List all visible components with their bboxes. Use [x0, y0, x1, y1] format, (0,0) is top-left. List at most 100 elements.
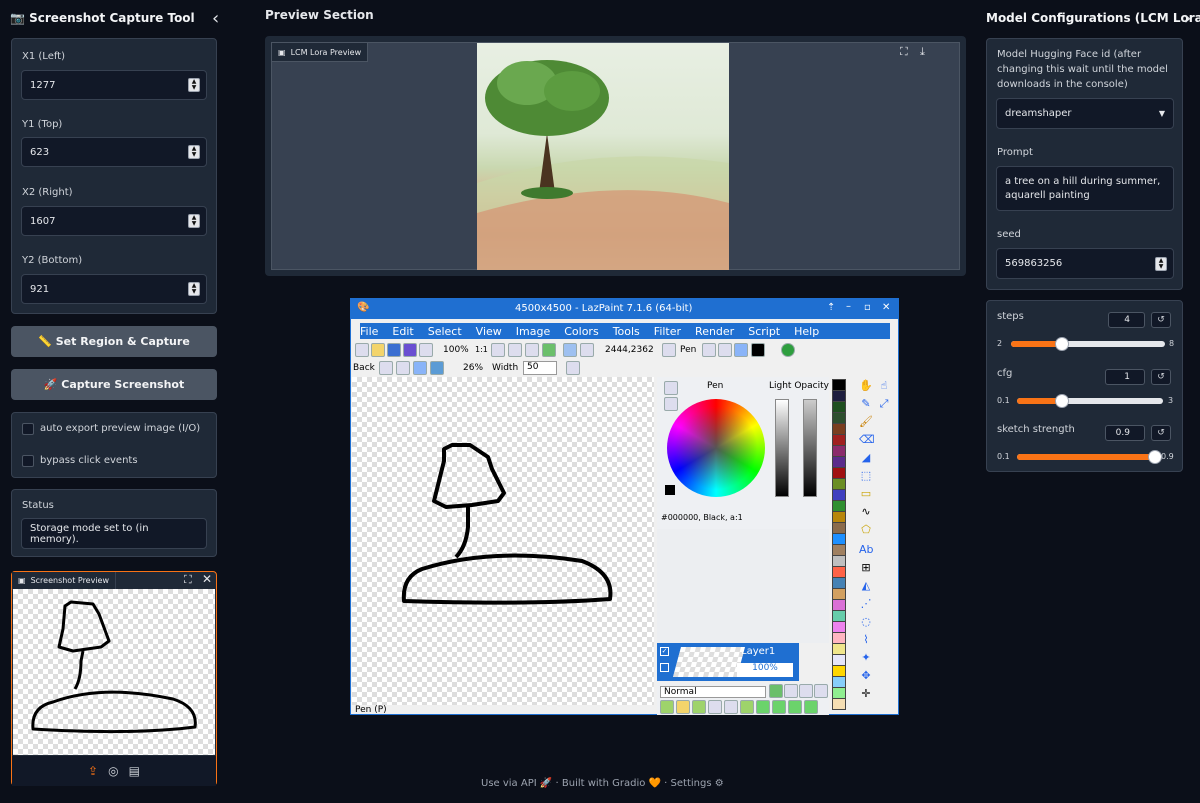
back-gradient-icon[interactable]: [396, 361, 410, 375]
select-icon[interactable]: ⬚: [859, 469, 873, 483]
texture-mode-icon[interactable]: [734, 343, 748, 357]
grid-tool-icon[interactable]: ⊞: [859, 561, 873, 575]
layer-zoom-icon[interactable]: [784, 684, 798, 698]
globe-icon[interactable]: [781, 343, 795, 357]
lasso-icon[interactable]: ⌇: [859, 633, 873, 647]
cfg-reset-icon[interactable]: ↺: [1151, 369, 1171, 385]
sketch-strength-number[interactable]: 0.9: [1105, 425, 1145, 441]
bypass-click-checkbox[interactable]: [22, 455, 34, 467]
width-input[interactable]: 50: [523, 361, 557, 375]
pen-style-icon[interactable]: [566, 361, 580, 375]
gradio-link[interactable]: Built with Gradio: [562, 778, 645, 789]
layer-visible-checkbox[interactable]: ✓: [660, 647, 669, 656]
redo-icon[interactable]: [580, 343, 594, 357]
menu-tools[interactable]: Tools: [613, 325, 640, 338]
sketch-strength-slider-thumb[interactable]: [1148, 450, 1162, 464]
merge-layer-icon[interactable]: [708, 700, 722, 714]
layer-zoom-out-icon[interactable]: [799, 684, 813, 698]
cfg-slider-thumb[interactable]: [1055, 394, 1069, 408]
lightness-slider[interactable]: [775, 399, 789, 497]
select-ellipse-icon[interactable]: ◌: [859, 615, 873, 629]
fullscreen-icon[interactable]: ⛶: [900, 45, 908, 59]
menu-file[interactable]: File: [360, 325, 378, 338]
menu-edit[interactable]: Edit: [392, 325, 413, 338]
menu-select[interactable]: Select: [428, 325, 462, 338]
menu-filter[interactable]: Filter: [654, 325, 681, 338]
zoom-fit-icon[interactable]: [525, 343, 539, 357]
y1-input[interactable]: 623 ▲ ▼: [21, 137, 207, 167]
current-color-swatch[interactable]: [665, 485, 675, 495]
rectangle-icon[interactable]: ▭: [859, 487, 873, 501]
menu-help[interactable]: Help: [794, 325, 819, 338]
layer-opacity[interactable]: 100%: [737, 663, 793, 677]
prompt-input[interactable]: a tree on a hill during summer, aquarell…: [996, 166, 1174, 211]
y2-input[interactable]: 921 ▲ ▼: [21, 274, 207, 304]
deform-icon[interactable]: ✛: [859, 687, 873, 701]
seed-input[interactable]: 569863256 ▲ ▼: [996, 248, 1174, 279]
polygon-icon[interactable]: ⬠: [859, 523, 873, 537]
layer-grid-icon[interactable]: [660, 663, 669, 672]
color-picker-icon[interactable]: [664, 381, 678, 395]
select-rect-icon[interactable]: ⋰: [859, 597, 873, 611]
layer-up-icon[interactable]: [769, 684, 783, 698]
download-icon[interactable]: ⤓: [920, 45, 925, 59]
undo-icon[interactable]: [563, 343, 577, 357]
color-wheel[interactable]: [667, 399, 765, 497]
move-layer-icon[interactable]: [788, 700, 802, 714]
color-swatch[interactable]: [751, 343, 765, 357]
add-layer-icon[interactable]: [660, 700, 674, 714]
back-color-icon[interactable]: [430, 361, 444, 375]
layers-icon[interactable]: [542, 343, 556, 357]
collapse-right-icon[interactable]: ›: [1184, 8, 1191, 29]
collapse-left-icon[interactable]: ‹: [212, 8, 219, 29]
opacity-value[interactable]: 26%: [463, 363, 483, 373]
zoom-ratio[interactable]: 1:1: [475, 345, 488, 354]
flip-v-icon[interactable]: [772, 700, 786, 714]
y2-stepper[interactable]: ▲ ▼: [188, 282, 200, 296]
model-select[interactable]: dreamshaper ▼: [996, 98, 1174, 129]
new-file-icon[interactable]: [355, 343, 369, 357]
x1-stepper[interactable]: ▲ ▼: [188, 78, 200, 92]
polyline-icon[interactable]: ∿: [859, 505, 873, 519]
steps-slider-thumb[interactable]: [1055, 337, 1069, 351]
back-texture-icon[interactable]: [413, 361, 427, 375]
open-file-icon[interactable]: [371, 343, 385, 357]
zoom-in-icon[interactable]: [491, 343, 505, 357]
layer-fx-icon[interactable]: [804, 700, 818, 714]
y1-stepper[interactable]: ▲ ▼: [188, 145, 200, 159]
layer-props-icon[interactable]: [724, 700, 738, 714]
copy-icon[interactable]: [419, 343, 433, 357]
brush-icon[interactable]: 🖌: [859, 415, 873, 429]
steps-reset-icon[interactable]: ↺: [1151, 312, 1171, 328]
menu-image[interactable]: Image: [516, 325, 550, 338]
menu-view[interactable]: View: [476, 325, 502, 338]
steps-number[interactable]: 4: [1108, 312, 1145, 328]
auto-export-checkbox[interactable]: [22, 423, 34, 435]
flip-h-icon[interactable]: [756, 700, 770, 714]
seed-stepper[interactable]: ▲ ▼: [1155, 256, 1167, 271]
phong-icon[interactable]: ◭: [859, 579, 873, 593]
upload-icon[interactable]: ⇪: [88, 764, 98, 778]
fill-icon[interactable]: ◢: [859, 451, 873, 465]
blend-mode-select[interactable]: Normal: [660, 686, 766, 698]
webcam-icon[interactable]: ◎: [108, 764, 118, 778]
save-icon[interactable]: [387, 343, 401, 357]
menu-render[interactable]: Render: [695, 325, 734, 338]
hand-tool-icon[interactable]: ✋: [859, 379, 873, 393]
import-layer-icon[interactable]: [676, 700, 690, 714]
save-as-icon[interactable]: [403, 343, 417, 357]
layer-item[interactable]: ✓ Layer1 100%: [657, 643, 799, 681]
pen-mode-icon[interactable]: [702, 343, 716, 357]
opacity-slider[interactable]: [803, 399, 817, 497]
x1-input[interactable]: 1277 ▲ ▼: [21, 70, 207, 100]
layer-delete-icon[interactable]: [814, 684, 828, 698]
set-region-button[interactable]: 📏 Set Region & Capture: [11, 326, 217, 357]
move-selection-icon[interactable]: ✥: [859, 669, 873, 683]
duplicate-layer-icon[interactable]: [692, 700, 706, 714]
use-api-link[interactable]: Use via API: [481, 778, 537, 789]
x2-stepper[interactable]: ▲ ▼: [188, 214, 200, 228]
close-icon[interactable]: ✕: [202, 572, 212, 586]
fullscreen-icon[interactable]: ⛶: [184, 573, 192, 587]
menu-script[interactable]: Script: [748, 325, 780, 338]
pen-icon[interactable]: ✎: [859, 397, 873, 411]
